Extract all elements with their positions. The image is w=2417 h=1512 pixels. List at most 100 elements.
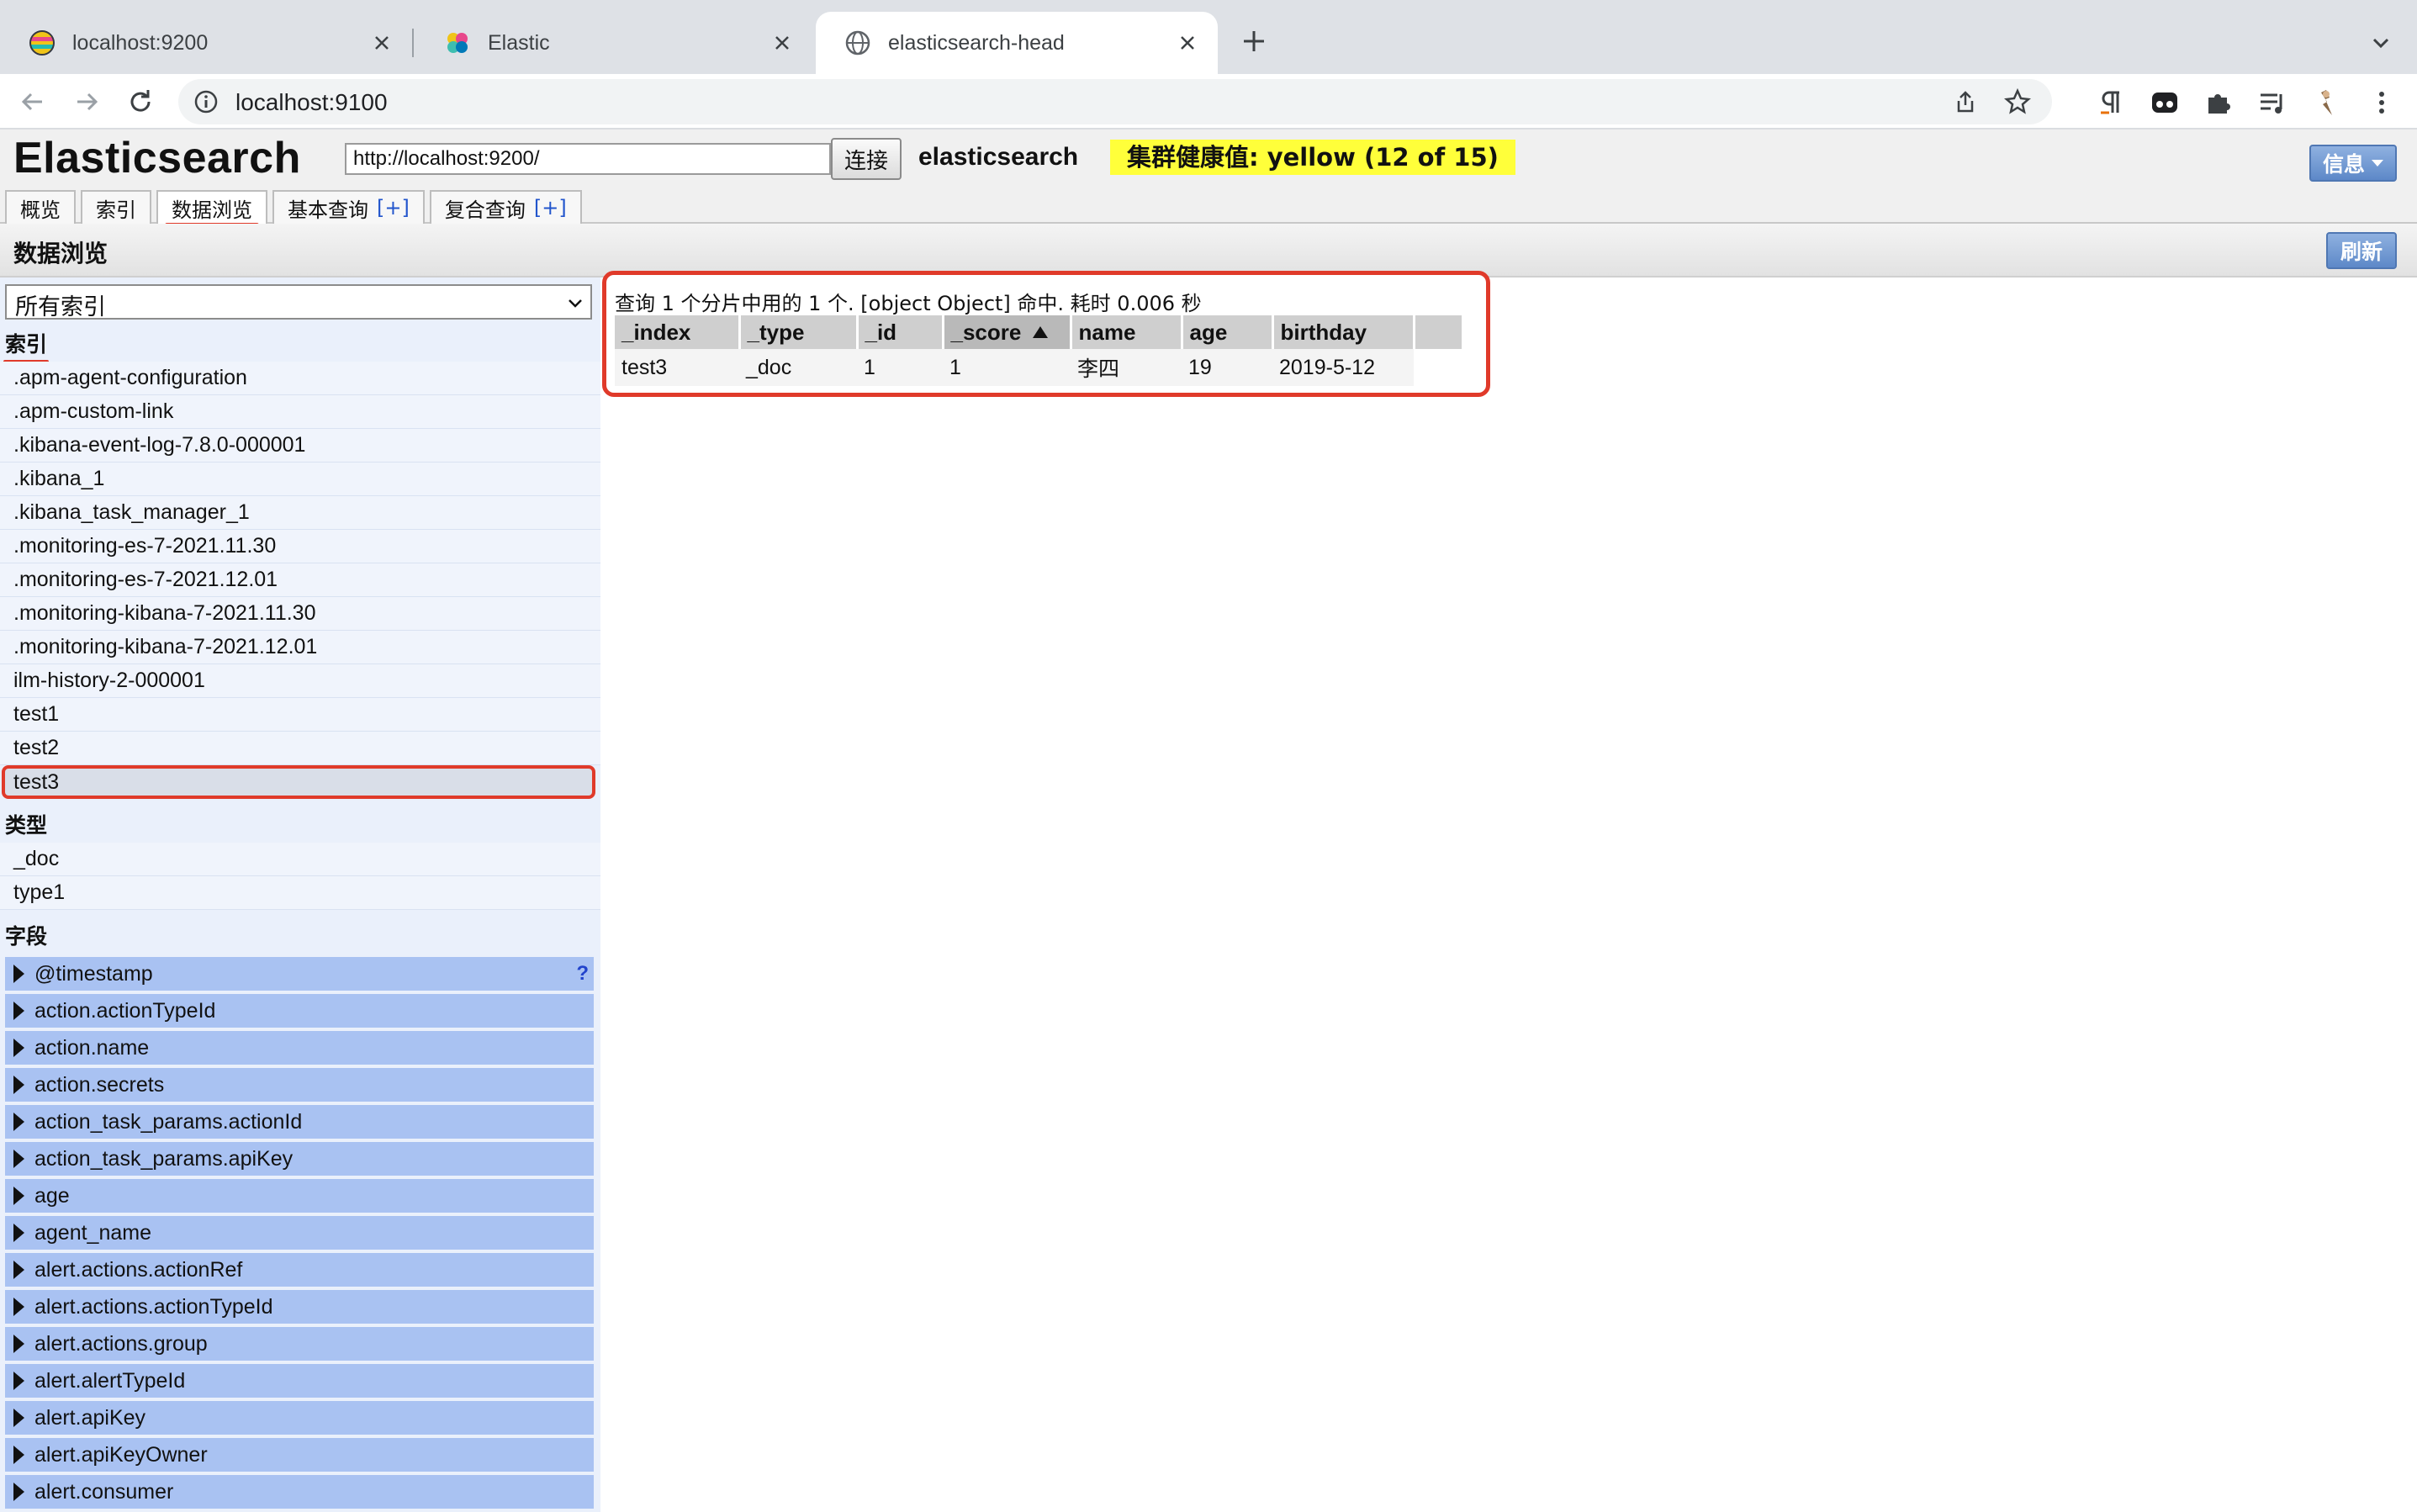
- tab-add-marker: [+]: [533, 196, 567, 219]
- index-item[interactable]: .kibana_1: [0, 463, 600, 496]
- cluster-name: elasticsearch: [918, 143, 1079, 171]
- field-label: age: [34, 1184, 70, 1208]
- forward-arrow-icon[interactable]: [72, 87, 101, 116]
- browser-tab-localhost-9200[interactable]: localhost:9200: [0, 12, 412, 74]
- tab-indices[interactable]: 索引: [81, 190, 151, 224]
- index-item[interactable]: .kibana-event-log-7.8.0-000001: [0, 429, 600, 463]
- tab-data-browser[interactable]: 数据浏览: [156, 190, 267, 227]
- main-nav-tabs: 概览 索引 数据浏览 基本查询 [+] 复合查询 [+]: [5, 190, 587, 227]
- address-bar[interactable]: localhost:9100: [178, 79, 2052, 124]
- field-item[interactable]: alert.actions.actionRef: [5, 1253, 594, 1287]
- field-item[interactable]: @timestamp?: [5, 957, 594, 991]
- index-filter-select[interactable]: 所有索引: [5, 284, 592, 320]
- index-item[interactable]: .monitoring-es-7-2021.11.30: [0, 530, 600, 563]
- close-icon[interactable]: [372, 33, 392, 53]
- field-item[interactable]: action_task_params.actionId: [5, 1105, 594, 1139]
- tab-basic-query[interactable]: 基本查询 [+]: [272, 190, 425, 224]
- cluster-url-input[interactable]: [345, 143, 831, 175]
- index-item[interactable]: .monitoring-es-7-2021.12.01: [0, 563, 600, 597]
- field-item[interactable]: action.name: [5, 1031, 594, 1065]
- share-icon[interactable]: [1953, 89, 1978, 114]
- chevron-down-icon[interactable]: [2368, 30, 2393, 56]
- help-icon[interactable]: ?: [576, 957, 589, 991]
- expand-triangle-icon: [13, 1076, 24, 1094]
- column-header-score[interactable]: _score: [943, 315, 1072, 349]
- field-label: alert.consumer: [34, 1480, 174, 1504]
- refresh-button[interactable]: 刷新: [2326, 232, 2397, 269]
- field-item[interactable]: alert.actions.actionTypeId: [5, 1290, 594, 1324]
- type-item[interactable]: type1: [0, 876, 600, 910]
- reload-icon[interactable]: [126, 87, 155, 116]
- field-label: action.name: [34, 1036, 150, 1060]
- index-list: .apm-agent-configuration .apm-custom-lin…: [0, 362, 600, 799]
- reading-list-icon[interactable]: [2257, 87, 2287, 118]
- field-label: alert.actions.actionRef: [34, 1258, 243, 1282]
- glasses-extension-icon[interactable]: [2150, 87, 2180, 118]
- index-item[interactable]: .apm-agent-configuration: [0, 362, 600, 395]
- field-label: action_task_params.apiKey: [34, 1147, 294, 1171]
- column-header-type[interactable]: _type: [739, 315, 859, 349]
- index-item[interactable]: ilm-history-2-000001: [0, 664, 600, 698]
- tab-label: 基本查询: [288, 198, 368, 222]
- puzzle-extension-icon[interactable]: [2203, 87, 2234, 118]
- browser-tab-strip: localhost:9200 Elastic elasticsearch-hea…: [0, 0, 2417, 74]
- avatar[interactable]: [2311, 87, 2341, 118]
- browser-tab-elasticsearch-head[interactable]: elasticsearch-head: [816, 12, 1218, 74]
- index-item[interactable]: test1: [0, 698, 600, 732]
- column-header-index[interactable]: _index: [615, 315, 741, 349]
- info-menu-label: 信息: [2322, 152, 2365, 177]
- column-header-name[interactable]: name: [1071, 315, 1183, 349]
- field-label: action.actionTypeId: [34, 999, 216, 1023]
- query-summary: 查询 1 个分片中用的 1 个. [object Object] 命中. 耗时 …: [615, 292, 1202, 315]
- table-row[interactable]: test3 _doc 1 1 李四 19 2019-5-12: [615, 349, 1462, 386]
- info-circle-icon[interactable]: [193, 89, 219, 114]
- field-item[interactable]: alert.apiKeyOwner: [5, 1438, 594, 1472]
- index-item[interactable]: test2: [0, 732, 600, 765]
- column-header-filler: [1414, 315, 1464, 349]
- close-icon[interactable]: [772, 33, 792, 53]
- field-item[interactable]: action_task_params.apiKey: [5, 1142, 594, 1176]
- column-header-age[interactable]: age: [1182, 315, 1274, 349]
- close-icon[interactable]: [1177, 33, 1198, 53]
- tab-title: localhost:9200: [72, 30, 209, 55]
- type-item[interactable]: _doc: [0, 843, 600, 876]
- connect-button[interactable]: 连接: [831, 138, 902, 180]
- tab-add-marker: [+]: [377, 196, 410, 219]
- pilcrow-extension-icon[interactable]: [2096, 87, 2126, 118]
- field-item[interactable]: alert.alertTypeId: [5, 1364, 594, 1398]
- field-item[interactable]: action.actionTypeId: [5, 994, 594, 1028]
- back-arrow-icon[interactable]: [19, 87, 47, 116]
- url-text: localhost:9100: [235, 89, 388, 115]
- browser-tab-elastic[interactable]: Elastic: [415, 12, 812, 74]
- field-label: @timestamp: [34, 962, 153, 986]
- expand-triangle-icon: [13, 1039, 24, 1057]
- info-menu-button[interactable]: 信息: [2309, 145, 2397, 182]
- field-item[interactable]: agent_name: [5, 1216, 594, 1250]
- bookmark-star-icon[interactable]: [2003, 87, 2032, 116]
- types-heading: 类型: [5, 813, 48, 838]
- column-header-birthday[interactable]: birthday: [1272, 315, 1415, 349]
- field-item[interactable]: action.secrets: [5, 1068, 594, 1102]
- index-item-selected[interactable]: test3: [2, 765, 595, 799]
- expand-triangle-icon: [13, 1150, 24, 1168]
- field-item[interactable]: alert.consumer: [5, 1475, 594, 1509]
- field-item[interactable]: alert.actions.group: [5, 1327, 594, 1361]
- index-item[interactable]: .monitoring-kibana-7-2021.12.01: [0, 631, 600, 664]
- column-header-id[interactable]: _id: [857, 315, 944, 349]
- kebab-menu-icon[interactable]: [2367, 87, 2397, 118]
- tab-overview[interactable]: 概览: [5, 190, 76, 224]
- field-label: alert.apiKey: [34, 1406, 146, 1430]
- field-item[interactable]: alert.apiKey: [5, 1401, 594, 1435]
- expand-triangle-icon: [13, 1002, 24, 1020]
- index-item[interactable]: .apm-custom-link: [0, 395, 600, 429]
- tab-compound-query[interactable]: 复合查询 [+]: [429, 190, 582, 224]
- index-item[interactable]: .kibana_task_manager_1: [0, 496, 600, 530]
- field-label: alert.actions.group: [34, 1332, 208, 1356]
- tab-title: Elastic: [488, 30, 550, 55]
- cell-name: 李四: [1071, 349, 1182, 386]
- index-item[interactable]: .monitoring-kibana-7-2021.11.30: [0, 597, 600, 631]
- field-item[interactable]: age: [5, 1179, 594, 1213]
- new-tab-plus-icon[interactable]: [1240, 27, 1268, 56]
- es-head-header: Elasticsearch 连接 elasticsearch 集群健康值: ye…: [0, 130, 2417, 227]
- field-label: action.secrets: [34, 1073, 165, 1097]
